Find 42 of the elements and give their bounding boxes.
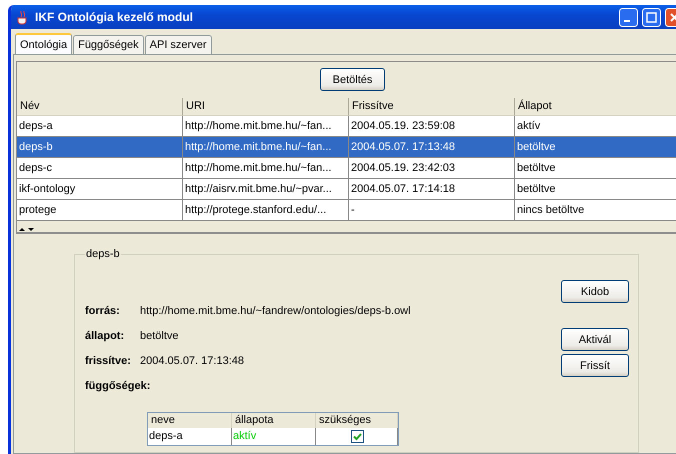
tab[interactable]: Függőségek	[73, 35, 144, 54]
group-title: deps-b	[85, 248, 121, 260]
tab[interactable]: API szerver	[144, 35, 212, 54]
table-cell[interactable]: betöltve	[515, 158, 676, 179]
table-cell[interactable]: http://home.mit.bme.hu/~fan...	[183, 137, 349, 158]
table-cell[interactable]: deps-c	[17, 158, 183, 179]
action-button[interactable]: Frissít	[561, 354, 629, 377]
section-label: függőségek:	[85, 380, 150, 392]
table-cell: deps-a	[148, 428, 232, 445]
table-cell[interactable]: http://home.mit.bme.hu/~fan...	[183, 116, 349, 137]
table-cell[interactable]: -	[349, 200, 515, 221]
tab[interactable]: Ontológia	[15, 33, 72, 54]
splitter-arrows-icon[interactable]	[19, 226, 35, 232]
field-label: forrás:	[85, 304, 121, 316]
table-cell[interactable]: aktív	[515, 116, 676, 137]
load-button[interactable]: Betöltés	[320, 68, 386, 91]
table-cell[interactable]: 2004.05.07. 17:13:48	[349, 137, 515, 158]
minimize-icon[interactable]	[619, 8, 638, 26]
table-cell[interactable]: http://aisrv.mit.bme.hu/~pvar...	[183, 179, 349, 200]
table-cell[interactable]: 2004.05.19. 23:42:03	[349, 158, 515, 179]
action-button[interactable]: Kidob	[561, 280, 629, 303]
field-value: 2004.05.07. 17:13:48	[140, 354, 244, 366]
table-cell: aktív	[232, 428, 316, 445]
field-value: http://home.mit.bme.hu/~fandrew/ontologies/deps-b.owl	[140, 304, 411, 316]
table-cell[interactable]: betöltve	[515, 137, 676, 158]
table-cell[interactable]: deps-a	[17, 116, 183, 137]
table-cell[interactable]: http://home.mit.bme.hu/~fan...	[183, 158, 349, 179]
table-cell[interactable]: http://protege.stanford.edu/...	[183, 200, 349, 221]
action-button[interactable]: Aktivál	[561, 328, 629, 351]
field-label: állapot:	[85, 330, 126, 342]
table-cell[interactable]: 2004.05.19. 23:59:08	[349, 116, 515, 137]
table-cell[interactable]: deps-b	[17, 137, 183, 158]
table-cell[interactable]: ikf-ontology	[17, 179, 183, 200]
table-cell[interactable]: 2004.05.07. 17:14:18	[349, 179, 515, 200]
field-label: frissítve:	[85, 354, 132, 366]
table-cell[interactable]: protege	[17, 200, 183, 221]
checkbox[interactable]	[350, 430, 364, 443]
window-title: IKF Ontológia kezelő modul	[35, 10, 194, 24]
maximize-icon[interactable]	[642, 8, 661, 26]
field-value: betöltve	[140, 330, 179, 342]
table-cell[interactable]: nincs betöltve	[515, 200, 676, 221]
table-cell[interactable]: betöltve	[515, 179, 676, 200]
